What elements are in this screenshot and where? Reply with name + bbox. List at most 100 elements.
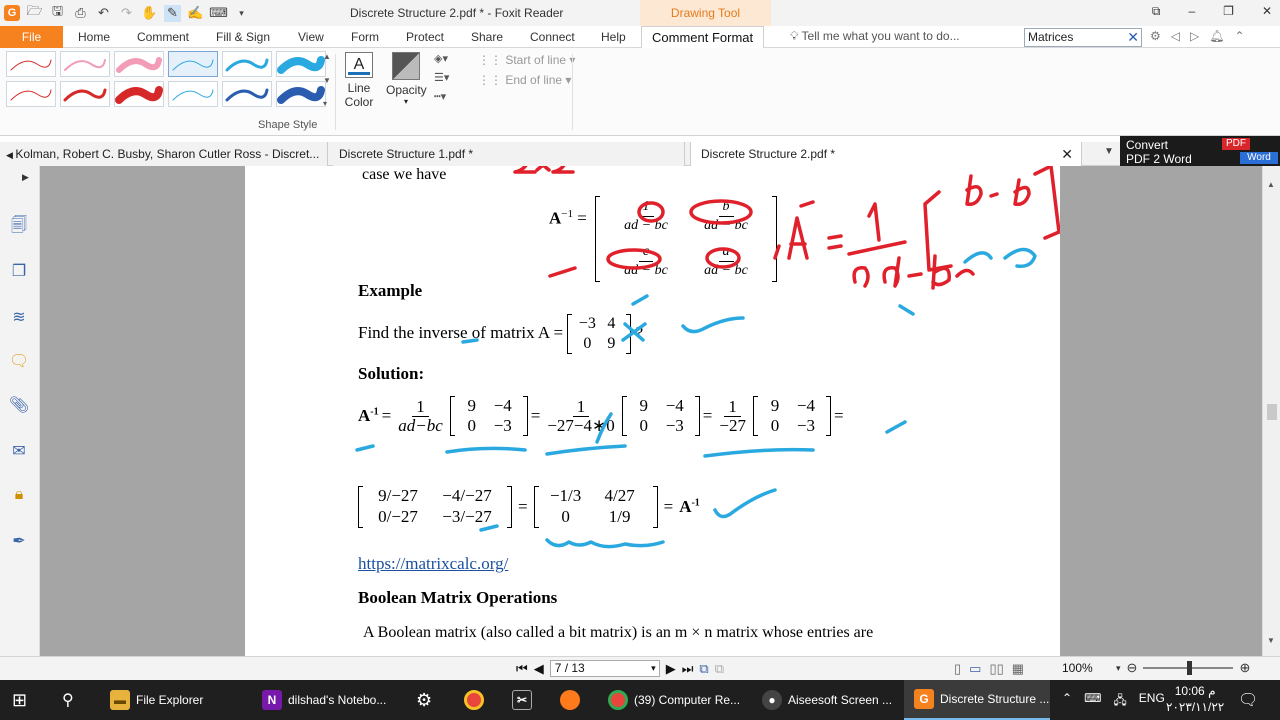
maximize-icon[interactable]: ❐ — [1223, 4, 1234, 19]
expand-panel-icon[interactable]: ▶ — [22, 172, 29, 183]
digital-signature-icon[interactable]: ✒ — [8, 530, 30, 552]
attachments-icon[interactable]: 📎︎ — [8, 394, 30, 416]
shape-style-swatch[interactable] — [168, 81, 218, 107]
prev-page-icon[interactable]: ◀ — [534, 661, 544, 677]
pages-icon[interactable]: ❐ — [8, 260, 30, 282]
scroll-thumb[interactable] — [1267, 404, 1277, 420]
save-icon[interactable]: 🖫 — [49, 3, 66, 22]
fill-color-icon[interactable]: ◈▾ — [434, 52, 449, 65]
zoom-slider[interactable] — [1143, 661, 1234, 675]
taskbar-chrome-window[interactable]: (39) Computer Re... — [608, 680, 740, 720]
continuous-facing-icon[interactable]: ▦ — [1012, 661, 1024, 677]
tell-me-box[interactable]: 💡︎ Tell me what you want to do... — [790, 29, 960, 44]
foxit-logo-icon[interactable]: G — [4, 5, 20, 21]
shape-style-swatch[interactable] — [60, 81, 110, 107]
stamp-tool-icon[interactable]: ⌨ — [209, 5, 228, 22]
notification-center[interactable]: 🗨︎ — [1238, 680, 1258, 720]
tab-list-icon[interactable]: ▼ — [1104, 146, 1114, 157]
continuous-page-icon[interactable]: ▭ — [969, 661, 981, 677]
shape-style-swatch[interactable] — [276, 81, 326, 107]
print-icon[interactable]: ⎙ — [72, 5, 89, 22]
tab-protect[interactable]: Protect — [406, 26, 444, 48]
doc-tab-discrete-1[interactable]: Discrete Structure 1.pdf * — [333, 142, 685, 166]
security-lock-icon[interactable]: 🔒︎ — [8, 484, 30, 506]
close-tab-icon[interactable]: ✕ — [1061, 142, 1073, 166]
start-button[interactable]: ⊞ — [12, 680, 27, 720]
shape-style-swatch[interactable] — [114, 81, 164, 107]
gallery-down-icon[interactable]: ▼ — [323, 76, 333, 85]
shape-style-swatch[interactable] — [222, 51, 272, 77]
minimize-icon[interactable]: – — [1188, 4, 1195, 19]
page-dropdown-icon[interactable]: ▾ — [651, 661, 656, 676]
tab-fill-sign[interactable]: Fill & Sign — [216, 26, 270, 48]
tray-chevron-icon[interactable]: ⌃ — [1062, 691, 1072, 712]
taskbar-chrome[interactable] — [464, 680, 484, 720]
signature-icon[interactable]: ✉ — [8, 440, 30, 462]
zoom-out-icon[interactable]: ⊖ — [1127, 660, 1138, 676]
gallery-up-icon[interactable]: ▲ — [323, 52, 333, 61]
taskbar-snipping[interactable]: ✂ — [512, 680, 532, 720]
ink-annotations[interactable] — [245, 166, 1060, 656]
single-page-icon[interactable]: ▯ — [954, 661, 961, 677]
prev-result-icon[interactable]: ◁ — [1171, 29, 1180, 43]
restore-ribbon-icon[interactable]: ⧉ — [1152, 4, 1161, 19]
highlight-tool-icon[interactable]: ✍ — [187, 5, 204, 22]
tab-share[interactable]: Share — [471, 26, 503, 48]
tab-comment[interactable]: Comment — [137, 26, 189, 48]
network-icon[interactable]: 🖧︎ — [1113, 691, 1126, 712]
start-of-line-dropdown[interactable]: ⋮⋮ Start of line ▾ — [478, 53, 575, 67]
settings-gear-icon[interactable]: ⚙ — [1150, 29, 1161, 43]
shape-style-swatch[interactable] — [60, 51, 110, 77]
taskbar-aiseesoft[interactable]: ● Aiseesoft Screen ... — [762, 680, 892, 720]
pencil-tool-icon[interactable]: ✎ — [164, 4, 181, 22]
tab-home[interactable]: Home — [78, 26, 110, 48]
end-of-line-dropdown[interactable]: ⋮⋮ End of line ▾ — [478, 73, 575, 87]
tab-view[interactable]: View — [298, 26, 324, 48]
shape-style-swatch[interactable] — [222, 81, 272, 107]
tab-form[interactable]: Form — [351, 26, 379, 48]
redo-icon[interactable]: ↷ — [118, 5, 135, 22]
facing-page-icon[interactable]: ▯▯ — [989, 661, 1003, 677]
open-folder-icon[interactable]: 🗁 — [26, 3, 43, 22]
shape-style-swatch[interactable] — [6, 51, 56, 77]
taskbar-onenote[interactable]: Ndilshad's Notebo... — [262, 680, 386, 720]
zoom-slider-knob[interactable] — [1187, 661, 1193, 675]
vertical-scrollbar[interactable]: ▲ ▼ — [1262, 166, 1280, 656]
layers-icon[interactable]: ≋ — [8, 306, 30, 328]
convert-pdf-to-word-banner[interactable]: Convert PDF 2 Word PDF Word — [1120, 136, 1280, 166]
gallery-more-icon[interactable]: ▾ — [323, 99, 333, 108]
next-page-icon[interactable]: ▶ — [666, 661, 676, 677]
taskbar-settings[interactable]: ⚙ — [416, 680, 432, 720]
doc-tab-discrete-2[interactable]: Discrete Structure 2.pdf * ✕ — [690, 142, 1082, 166]
doc-tab-kolman[interactable]: ◀ Kolman, Robert C. Busby, Sharon Cutler… — [0, 142, 328, 166]
undo-icon[interactable]: ↶ — [95, 5, 112, 22]
shape-style-swatch[interactable] — [168, 51, 218, 77]
next-result-icon[interactable]: ▷ — [1190, 29, 1199, 43]
collapse-ribbon-icon[interactable]: ⌃ — [1234, 29, 1244, 43]
shape-style-swatch[interactable] — [6, 81, 56, 107]
line-dash-icon[interactable]: ┅▾ — [434, 90, 449, 103]
doc-tab-back-icon[interactable]: ◀ — [6, 150, 15, 160]
taskbar-foxit[interactable]: G Discrete Structure ... — [904, 680, 1050, 720]
last-page-icon[interactable]: ⏭ — [682, 661, 694, 677]
bookmark-icon[interactable]: 🗐 — [8, 216, 30, 238]
scroll-up-icon[interactable]: ▲ — [1267, 180, 1275, 189]
search-button[interactable]: ⚲ — [62, 680, 74, 720]
tab-connect[interactable]: Connect — [530, 26, 575, 48]
taskbar-firefox[interactable] — [560, 680, 580, 720]
fit-icon[interactable]: ⧉ — [715, 661, 724, 677]
customize-qa-icon[interactable]: ▾ — [233, 5, 250, 22]
zoom-in-icon[interactable]: ⊕ — [1239, 660, 1250, 676]
scroll-down-icon[interactable]: ▼ — [1267, 636, 1275, 645]
line-color-button[interactable]: A Line Color — [340, 52, 378, 109]
input-language[interactable]: ENG — [1139, 691, 1165, 712]
page-number-input[interactable]: 7 / 13 ▾ — [549, 660, 660, 677]
zoom-dropdown-icon[interactable]: ▾ — [1116, 663, 1121, 674]
hand-tool-icon[interactable]: ✋ — [141, 5, 158, 22]
tab-file[interactable]: File — [0, 26, 63, 48]
opacity-button[interactable]: Opacity ▾ — [386, 52, 427, 106]
line-weight-icon[interactable]: ☰▾ — [434, 71, 449, 84]
keyboard-icon[interactable]: ⌨ — [1084, 691, 1101, 712]
first-page-icon[interactable]: ⏮ — [516, 661, 528, 677]
tab-help[interactable]: Help — [601, 26, 626, 48]
